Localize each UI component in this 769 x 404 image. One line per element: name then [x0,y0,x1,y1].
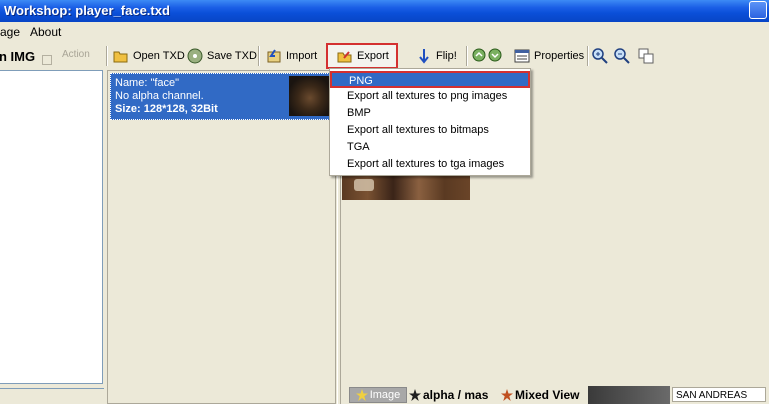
import-label: Import [286,50,318,62]
tab-alpha-mask[interactable]: alpha / mas [409,387,488,403]
circle-up-icon [472,48,488,64]
export-button-content[interactable]: Export [337,44,389,68]
save-txd-label: Save TXD [207,50,257,62]
properties-button[interactable]: Properties [514,44,584,68]
menu-item-bmp[interactable]: BMP [330,105,530,122]
toolbar: Open TXD Save TXD Import Export Flip! Pr… [106,43,769,70]
tab-alpha-mask-label: alpha / mas [423,388,489,402]
rotate-down-button[interactable] [488,44,504,68]
view-tabs: Image alpha / mas Mixed View SAN ANDREAS [341,386,769,404]
actual-size-button[interactable] [638,44,654,68]
texture-preview-image [342,173,470,200]
open-txd-button[interactable]: Open TXD [113,44,185,68]
menu-about[interactable]: About [30,25,61,39]
open-txd-label: Open TXD [133,50,185,62]
star-icon [501,389,513,401]
actual-size-icon [638,48,654,64]
toolbar-separator [587,46,589,66]
menu-item-export-all-tga[interactable]: Export all textures to tga images [330,156,530,173]
zoom-in-button[interactable] [592,44,608,68]
star-icon [355,389,368,401]
export-menu: PNG Export all textures to png images BM… [329,68,531,176]
arrow-down-icon [416,48,432,64]
save-disc-icon [187,48,203,64]
tab-mixed-view[interactable]: Mixed View [501,387,579,403]
img-panel: n IMG Action [0,42,104,404]
save-txd-button[interactable]: Save TXD [187,44,257,68]
star-icon [409,389,421,401]
tab-image-label: Image [369,389,401,401]
action-icon [42,55,52,65]
tab-mixed-view-label: Mixed View [515,388,580,402]
properties-label: Properties [534,50,585,62]
texture-item-face[interactable]: Name: "face" No alpha channel. Size: 128… [110,73,334,120]
zoom-out-icon [614,48,630,64]
menu-item-png[interactable]: PNG [330,71,530,88]
game-status: SAN ANDREAS [672,387,766,402]
texture-list: Name: "face" No alpha channel. Size: 128… [107,70,336,404]
import-button[interactable]: Import [266,44,317,68]
img-panel-title: n IMG [0,49,36,64]
rotate-up-button[interactable] [472,44,488,68]
texture-alpha: No alpha channel. [115,90,204,102]
divider [0,388,104,389]
toolbar-separator [466,46,468,66]
status-dark-area [588,386,670,404]
action-button[interactable]: Action [62,49,90,60]
tab-image[interactable]: Image [349,387,407,403]
export-icon [337,48,353,64]
toolbar-separator [106,46,108,66]
texture-name: Name: "face" [115,77,180,89]
texture-thumbnail [289,76,331,116]
zoom-out-button[interactable] [614,44,630,68]
menu-bar: age About [0,22,769,42]
close-button[interactable] [749,1,767,19]
flip-button[interactable]: Flip! [416,44,457,68]
export-label: Export [357,50,389,62]
title-bar: Workshop: player_face.txd [0,0,769,22]
img-panel-header: n IMG Action [0,46,104,68]
circle-down-icon [488,48,504,64]
menu-image[interactable]: age [0,25,20,39]
img-file-list[interactable] [0,70,103,384]
flip-label: Flip! [436,50,457,62]
properties-icon [514,48,530,64]
window-title: Workshop: player_face.txd [4,3,170,18]
zoom-in-icon [592,48,608,64]
menu-item-tga[interactable]: TGA [330,139,530,156]
menu-item-export-all-bmp[interactable]: Export all textures to bitmaps [330,122,530,139]
import-icon [266,48,282,64]
toolbar-separator [258,46,260,66]
folder-open-icon [113,48,129,64]
menu-item-export-all-png[interactable]: Export all textures to png images [330,88,530,105]
texture-size: Size: 128*128, 32Bit [115,103,218,115]
